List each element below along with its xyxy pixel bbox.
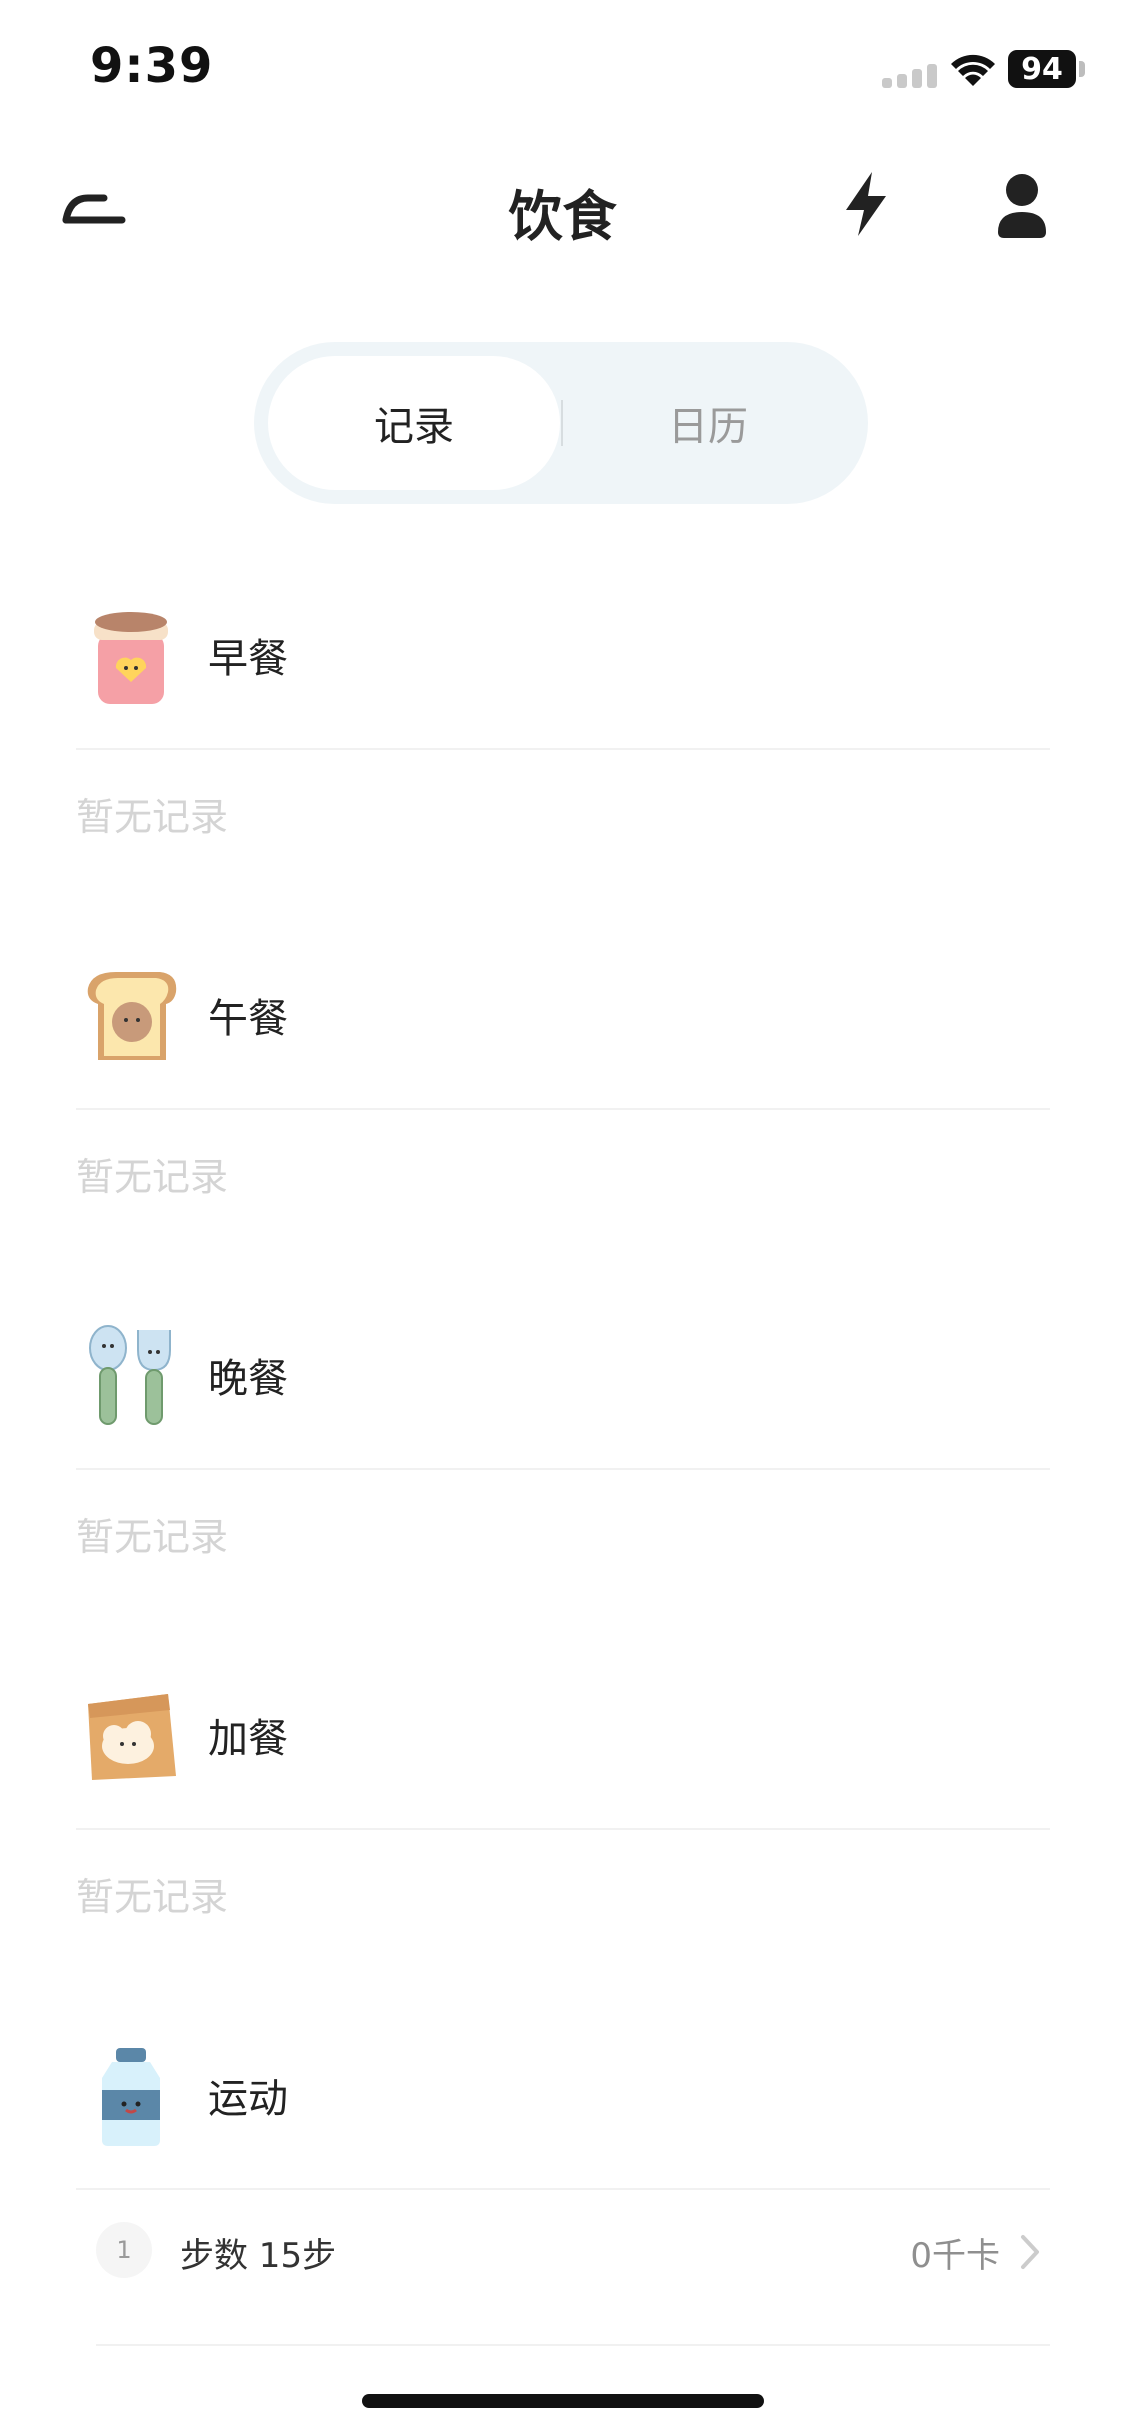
tab-record[interactable]: 记录 bbox=[268, 356, 560, 490]
home-indicator[interactable] bbox=[362, 2394, 764, 2408]
breakfast-empty-text: 暂无记录 bbox=[76, 795, 229, 839]
wifi-icon bbox=[951, 54, 995, 86]
dinner-header[interactable]: 晚餐 bbox=[0, 1280, 1125, 1460]
exercise-title: 运动 bbox=[208, 2076, 288, 2122]
nav-bar: 饮食 bbox=[0, 150, 1125, 260]
water-bottle-icon bbox=[102, 2048, 160, 2146]
cellular-signal-icon bbox=[882, 64, 937, 88]
row-divider bbox=[96, 2344, 1050, 2346]
battery-tip bbox=[1079, 61, 1085, 77]
breakfast-title: 早餐 bbox=[208, 636, 288, 682]
section-divider bbox=[76, 1468, 1050, 1470]
dinner-empty-text: 暂无记录 bbox=[76, 1515, 229, 1559]
snack-bag-icon bbox=[88, 1694, 176, 1780]
battery-indicator: 94 bbox=[1008, 50, 1076, 88]
chevron-right-icon bbox=[1021, 2235, 1039, 2269]
breakfast-header[interactable]: 早餐 bbox=[0, 560, 1125, 740]
steps-calories: 0千卡 bbox=[910, 2236, 1000, 2276]
section-divider bbox=[76, 1108, 1050, 1110]
tab-calendar[interactable]: 日历 bbox=[562, 356, 854, 490]
breakfast-cup-icon bbox=[94, 612, 168, 704]
section-divider bbox=[76, 1828, 1050, 1830]
lunch-empty-text: 暂无记录 bbox=[76, 1155, 229, 1199]
status-bar: 9:39 94 bbox=[0, 0, 1125, 140]
steps-label: 步数 15步 bbox=[180, 2236, 337, 2276]
exercise-header[interactable]: 运动 bbox=[0, 2000, 1125, 2180]
snack-title: 加餐 bbox=[208, 1716, 288, 1762]
status-time: 9:39 bbox=[90, 38, 214, 94]
section-divider bbox=[76, 748, 1050, 750]
snack-header[interactable]: 加餐 bbox=[0, 1640, 1125, 1820]
lunch-header[interactable]: 午餐 bbox=[0, 920, 1125, 1100]
lightning-icon[interactable] bbox=[836, 168, 896, 240]
view-segmented-control: 记录 日历 bbox=[254, 342, 868, 504]
exercise-list-item-steps[interactable]: 1 步数 15步 0千卡 bbox=[0, 2180, 1125, 2346]
toast-bread-icon bbox=[87, 972, 177, 1060]
diet-screen: 9:39 94 饮食 记录 日历 早餐 暂无记录 午餐 暂无记录 晚餐 暂无记录… bbox=[0, 0, 1125, 2436]
lunch-title: 午餐 bbox=[208, 996, 288, 1042]
spoon-fork-icon bbox=[89, 1325, 171, 1425]
page-title: 饮食 bbox=[508, 185, 617, 248]
user-icon[interactable] bbox=[992, 168, 1052, 240]
dinner-title: 晚餐 bbox=[208, 1356, 288, 1402]
snack-empty-text: 暂无记录 bbox=[76, 1875, 229, 1919]
item-index-badge: 1 bbox=[96, 2222, 152, 2278]
